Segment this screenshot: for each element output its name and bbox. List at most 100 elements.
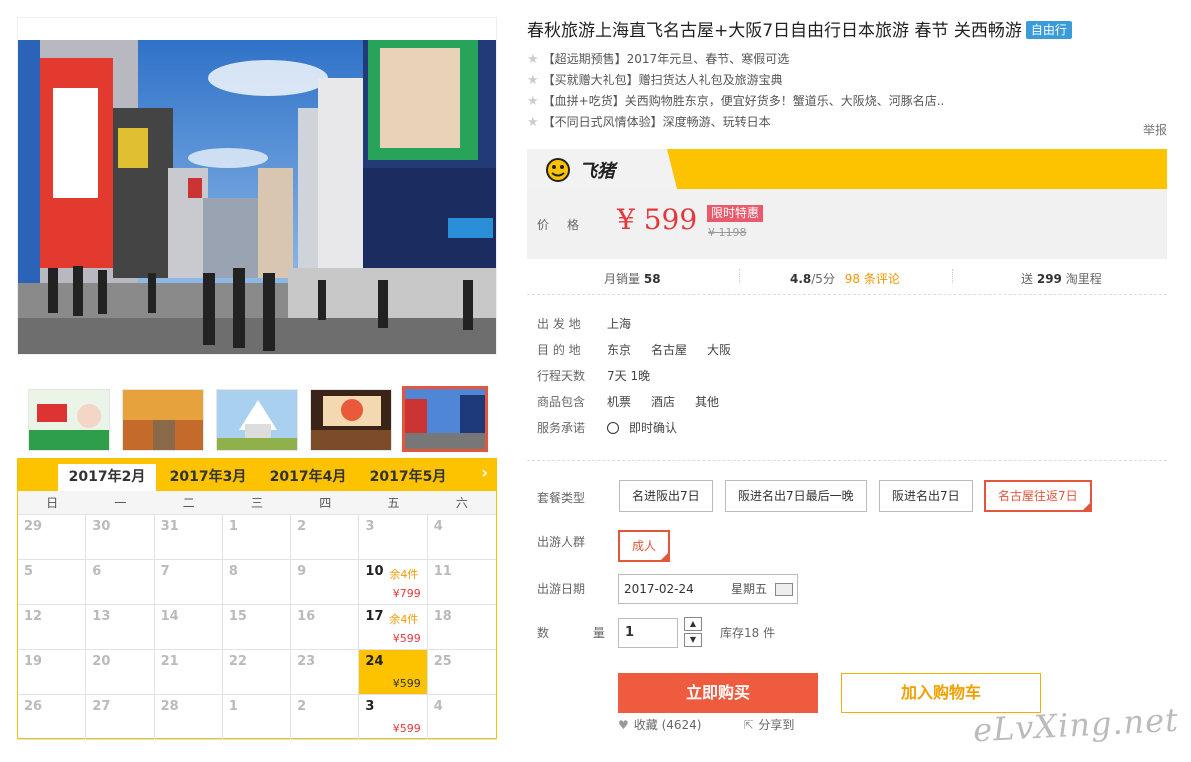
mileage-prefix: 送 (1021, 272, 1034, 286)
package-option[interactable]: 阪进名出7日 (879, 480, 973, 512)
buy-now-button[interactable]: 立即购买 (618, 673, 818, 713)
feature-item: ★ 【血拼+吃货】关西购物胜东京，便宜好货多！蟹道乐、大阪烧、河豚名店.. (527, 91, 1167, 112)
weekday-label: 六 (455, 496, 468, 510)
weekday-label: 三 (250, 496, 263, 510)
calendar-day: 21 (154, 650, 223, 695)
calendar-day: 27 (86, 695, 155, 740)
chevron-right-icon[interactable]: › (481, 463, 488, 482)
calendar-day: 4 (427, 515, 496, 560)
monthly-sales-value: 58 (643, 272, 661, 286)
feature-text: 【超远期预售】2017年元旦、春节、寒假可选 (542, 52, 790, 66)
calendar-day: 28 (154, 695, 223, 740)
calendar-day: 11 (427, 560, 496, 605)
reviews-link[interactable]: 98 条评论 (845, 272, 900, 286)
star-icon: ★ (527, 52, 539, 67)
calendar-day: 13 (86, 605, 155, 650)
attribute-key: 商品包含 (537, 395, 586, 409)
day-number: 14 (160, 609, 179, 624)
add-to-cart-button[interactable]: 加入购物车 (841, 673, 1041, 713)
quantity-input[interactable]: 1 (618, 618, 678, 648)
attribute-value: 大阪 (707, 343, 732, 357)
date-picker[interactable]: 2017-02-24 星期五 (618, 574, 798, 604)
package-label: 套餐类型 (537, 491, 586, 505)
calendar-day: 9 (291, 560, 360, 605)
report-link[interactable]: 举报 (1143, 121, 1167, 138)
package-option-selected[interactable]: 名古屋往返7日 (984, 480, 1092, 512)
calendar-day: 2 (291, 695, 360, 740)
fliggy-logo-icon (546, 158, 570, 182)
calendar-day: 16 (291, 605, 360, 650)
day-number: 4 (433, 699, 443, 714)
calendar-day: 4 (427, 695, 496, 740)
tab-month-apr[interactable]: 2017年4月 (260, 464, 356, 491)
tab-month-mar[interactable]: 2017年3月 (160, 464, 256, 491)
attribute-value: 名古屋 (651, 343, 688, 357)
price-label: 价格 (537, 218, 598, 232)
thumbnail[interactable] (28, 389, 110, 451)
day-number: 21 (160, 654, 179, 669)
calendar-day: 1 (222, 695, 292, 740)
day-number: 8 (228, 564, 238, 579)
day-number: 29 (24, 519, 43, 534)
day-number: 11 (433, 564, 452, 579)
day-price: ¥599 (392, 677, 421, 690)
thumbnail[interactable] (216, 389, 298, 451)
day-number: 28 (160, 699, 179, 714)
calendar-day: 7 (154, 560, 223, 605)
crowd-option-selected[interactable]: 成人 (618, 530, 671, 562)
package-option[interactable]: 名进阪出7日 (619, 480, 713, 512)
calendar-day: 2 (291, 515, 360, 560)
calendar-day: 30 (86, 515, 155, 560)
share-icon: ⇱ (743, 718, 754, 732)
mileage: 送 299 淘里程 (1021, 270, 1102, 287)
month-tabs: 2017年2月 2017年3月 2017年4月 2017年5月 › (18, 459, 496, 491)
share-link[interactable]: ⇱ 分享到 (743, 718, 794, 732)
calendar-day-selected[interactable]: 24 ¥599 (359, 650, 428, 695)
calendar-day[interactable]: 10 余4件 ¥799 (359, 560, 428, 605)
stock-text: 库存18 件 (720, 626, 776, 640)
chevron-up-icon[interactable]: ▲ (684, 617, 702, 631)
calendar-day: 31 (154, 515, 223, 560)
day-number: 1 (228, 519, 238, 534)
calendar-day[interactable]: 3 ¥599 (359, 695, 428, 740)
thumbnail[interactable] (310, 389, 392, 451)
product-info: 春秋旅游上海直飞名古屋+大阪7日自由行日本旅游 春节 关西畅游 自由行 ★ 【超远期… (527, 17, 1167, 713)
date-label: 出游日期 (537, 582, 586, 596)
weekday-header: 日一二三四五六 (18, 491, 496, 515)
favorite-count: 收藏 (4624) (633, 718, 702, 732)
tab-month-may[interactable]: 2017年5月 (360, 464, 456, 491)
calendar-icon[interactable] (775, 583, 793, 596)
free-travel-tag: 自由行 (1025, 21, 1072, 39)
calendar-day: 8 (222, 560, 292, 605)
stats-bar: 月销量 58 4.8/5分 98 条评论 送 299 淘里程 (527, 259, 1167, 295)
feature-item: ★ 【超远期预售】2017年元旦、春节、寒假可选 (527, 49, 1167, 70)
feature-item: ★ 【不同日式风情体验】深度畅游、玩转日本 (527, 112, 1167, 133)
monthly-sales-label: 月销量 (604, 272, 641, 286)
calendar-day: 14 (154, 605, 223, 650)
crowd-row: 出游人群 成人 (527, 530, 1167, 574)
rating-unit: /5分 (811, 272, 835, 286)
day-number: 30 (92, 519, 111, 534)
calendar-day: 23 (291, 650, 360, 695)
check-circle-icon (607, 422, 619, 434)
calendar-day[interactable]: 17 余4件 ¥599 (359, 605, 428, 650)
attribute-row: 服务承诺 即时确认 (527, 415, 1167, 441)
page-title: 春秋旅游上海直飞名古屋+大阪7日自由行日本旅游 春节 关西畅游 自由行 (527, 17, 1167, 45)
day-number: 5 (24, 564, 34, 579)
thumbnail[interactable] (122, 389, 204, 451)
attribute-value: 上海 (607, 317, 632, 331)
day-number: 31 (160, 519, 179, 534)
price-value: ¥ 599 (617, 203, 698, 236)
day-number: 27 (92, 699, 111, 714)
day-number: 18 (433, 609, 452, 624)
gallery-column: 2017年2月 2017年3月 2017年4月 2017年5月 › 日 一 二 三 四 五… (17, 17, 497, 740)
day-number: 26 (24, 699, 43, 714)
chevron-down-icon[interactable]: ▼ (684, 633, 702, 647)
calendar-day: 25 (427, 650, 496, 695)
package-option[interactable]: 阪进名出7日最后一晚 (725, 480, 867, 512)
thumbnail-selected[interactable] (402, 386, 488, 452)
day-price: ¥599 (392, 722, 421, 735)
tab-month-feb[interactable]: 2017年2月 (58, 464, 156, 491)
day-number: 13 (92, 609, 111, 624)
favorite-link[interactable]: ♥ 收藏 (4624) (618, 718, 701, 732)
